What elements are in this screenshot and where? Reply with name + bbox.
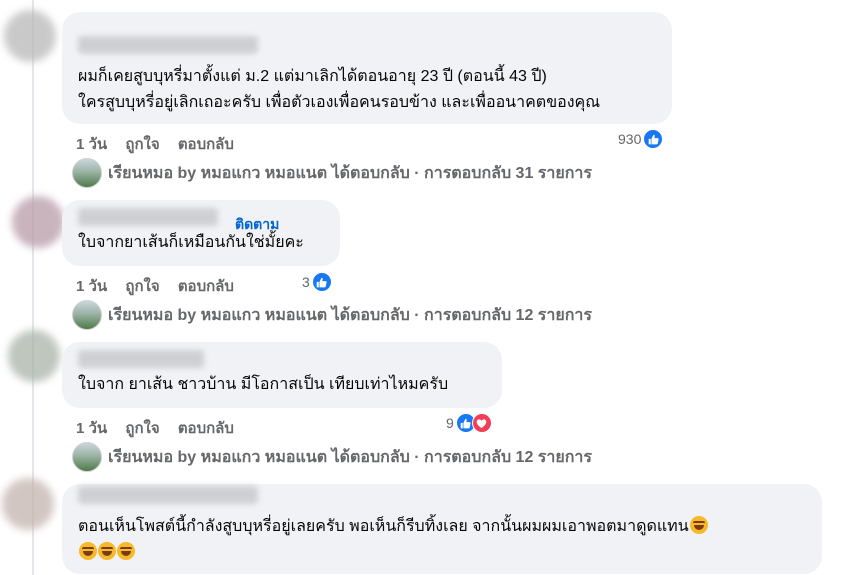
reaction-summary[interactable]: 930 [618, 129, 664, 149]
heart-icon [471, 413, 492, 433]
like-thumb-icon [311, 272, 332, 292]
comment-time[interactable]: 1 วัน [76, 420, 107, 437]
comment-bubble: ติดตาม ใบจากยาเส้นก็เหมือนกันใช่มั้ยคะ [62, 200, 340, 266]
reply-button[interactable]: ตอบกลับ [178, 278, 234, 295]
page-avatar [72, 300, 102, 330]
commenter-name-redacted[interactable] [78, 36, 258, 54]
comment-text: ตอนเห็นโพสต์นี้กำลังสูบบุหรี่อยู่เลยครับ… [78, 518, 689, 535]
page-avatar [72, 158, 102, 188]
replies-summary: เรียนหมอ by หมอแกว หมอแนต ได้ตอบกลับ · ก… [108, 164, 592, 182]
commenter-avatar[interactable] [12, 196, 64, 248]
comment-actions: 1 วัน ถูกใจ ตอบกลับ [76, 274, 248, 298]
like-thumb-icon [643, 129, 664, 149]
commenter-name-redacted[interactable] [78, 350, 204, 368]
replies-summary: เรียนหมอ by หมอแกว หมอแนต ได้ตอบกลับ · ก… [108, 448, 592, 466]
comment-bubble: ผมก็เคยสูบบุหรี่มาตั้งแต่ ม.2 แต่มาเลิกไ… [62, 12, 672, 124]
comment-time[interactable]: 1 วัน [76, 278, 107, 295]
like-button[interactable]: ถูกใจ [125, 136, 159, 153]
view-replies-link[interactable]: เรียนหมอ by หมอแกว หมอแนต ได้ตอบกลับ · ก… [72, 442, 592, 472]
rolling-laughing-emoji-icon [98, 542, 116, 560]
rolling-laughing-emoji-icon [79, 542, 97, 560]
like-button[interactable]: ถูกใจ [125, 420, 159, 437]
reaction-count: 930 [618, 131, 642, 147]
comment-text-line: ตอนเห็นโพสต์นี้กำลังสูบบุหรี่อยู่เลยครับ… [78, 514, 708, 540]
replies-summary: เรียนหมอ by หมอแกว หมอแนต ได้ตอบกลับ · ก… [108, 306, 592, 324]
reaction-summary[interactable]: 9 [446, 413, 492, 433]
reply-button[interactable]: ตอบกลับ [178, 136, 234, 153]
comment-text-line [78, 540, 135, 566]
comment-time[interactable]: 1 วัน [76, 136, 107, 153]
comment-bubble: ใบจาก ยาเส้น ชาวบ้าน มีโอกาสเป็น เทียบเท… [62, 342, 502, 408]
comment-text-line: ใครสูบบุหรี่อยู่เลิกเถอะครับ เพื่อตัวเอง… [78, 94, 601, 111]
comment-text-line: ผมก็เคยสูบบุหรี่มาตั้งแต่ ม.2 แต่มาเลิกไ… [78, 68, 547, 85]
comment-text-line: ใบจาก ยาเส้น ชาวบ้าน มีโอกาสเป็น เทียบเท… [78, 376, 449, 393]
view-replies-link[interactable]: เรียนหมอ by หมอแกว หมอแนต ได้ตอบกลับ · ก… [72, 158, 592, 188]
comment-actions: 1 วัน ถูกใจ ตอบกลับ [76, 132, 248, 156]
reaction-summary[interactable]: 3 [302, 272, 332, 292]
like-button[interactable]: ถูกใจ [125, 278, 159, 295]
page-avatar [72, 442, 102, 472]
rolling-laughing-emoji-icon [117, 542, 135, 560]
commenter-name-redacted[interactable] [78, 486, 258, 504]
commenter-avatar[interactable] [2, 478, 54, 530]
commenter-avatar[interactable] [8, 330, 60, 382]
commenter-avatar[interactable] [4, 10, 56, 62]
reaction-count: 9 [446, 415, 454, 431]
view-replies-link[interactable]: เรียนหมอ by หมอแกว หมอแนต ได้ตอบกลับ · ก… [72, 300, 592, 330]
comment-text-line: ใบจากยาเส้นก็เหมือนกันใช่มั้ยคะ [78, 234, 304, 251]
reply-button[interactable]: ตอบกลับ [178, 420, 234, 437]
rolling-laughing-emoji-icon [689, 516, 708, 534]
commenter-name-redacted[interactable] [78, 208, 218, 226]
comment-bubble: ตอนเห็นโพสต์นี้กำลังสูบบุหรี่อยู่เลยครับ… [62, 484, 822, 574]
reaction-count: 3 [302, 274, 310, 290]
comment-actions: 1 วัน ถูกใจ ตอบกลับ [76, 416, 248, 440]
